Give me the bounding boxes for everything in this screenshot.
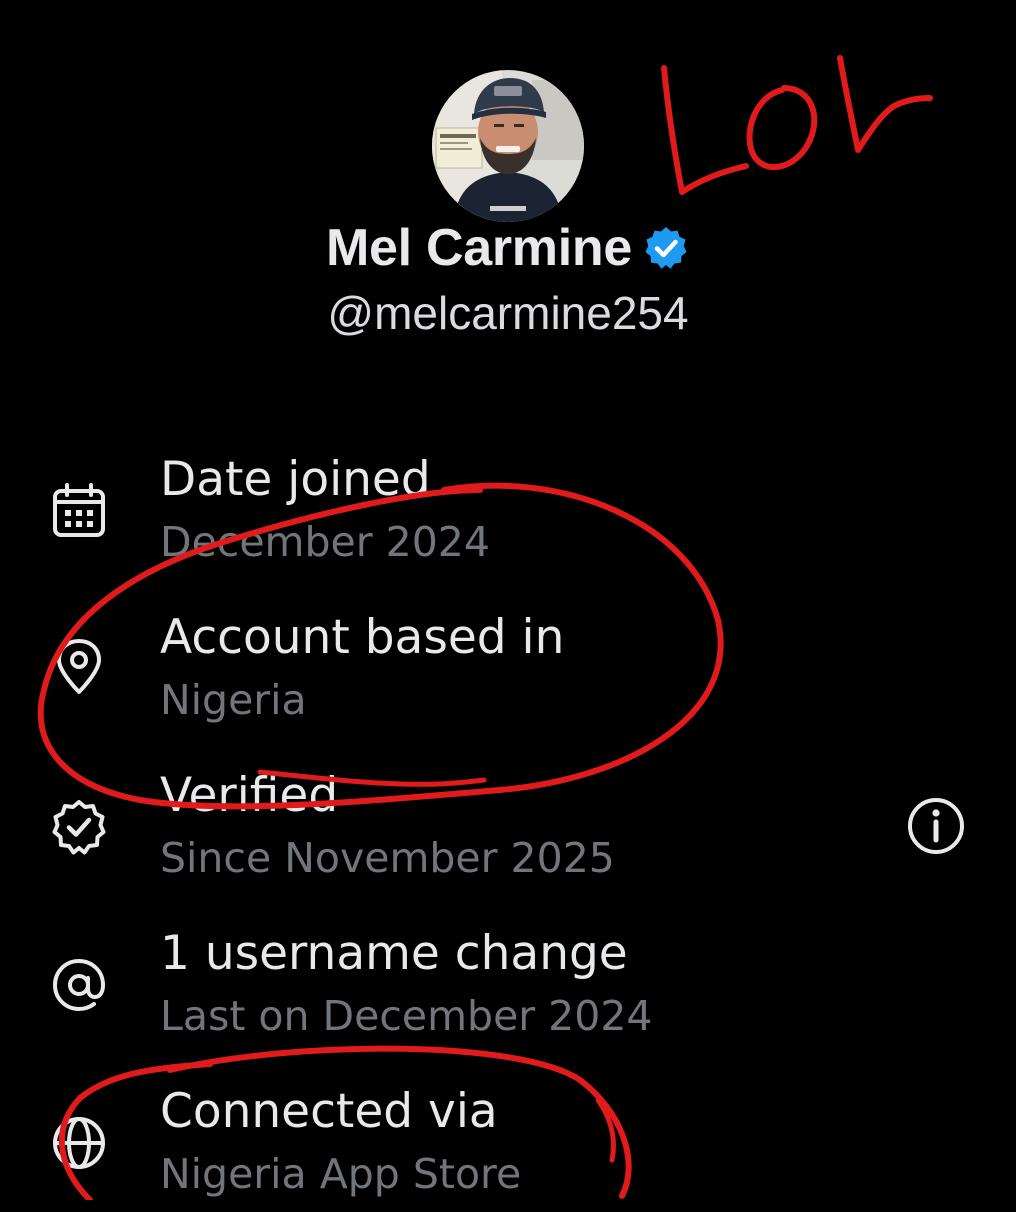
detail-row-connected-via: Connected via Nigeria App Store — [0, 1072, 1016, 1212]
verified-outline-icon — [52, 800, 106, 855]
detail-title: Verified — [160, 768, 339, 823]
detail-title: Connected via — [160, 1084, 498, 1139]
detail-row-account-based-in: Account based in Nigeria — [0, 598, 1016, 738]
detail-title: Date joined — [160, 452, 431, 507]
detail-row-verified: Verified Since November 2025 — [0, 756, 1016, 896]
detail-subtitle: December 2024 — [160, 518, 490, 566]
calendar-icon — [53, 483, 105, 537]
detail-row-username-change: 1 username change Last on December 2024 — [0, 914, 1016, 1054]
username-handle: @melcarmine254 — [327, 287, 689, 339]
detail-row-date-joined: Date joined December 2024 — [0, 440, 1016, 580]
at-sign-icon — [52, 958, 106, 1012]
globe-icon — [53, 1117, 105, 1169]
location-pin-icon — [57, 639, 101, 694]
name-row: Mel Carmine — [0, 218, 1016, 278]
detail-subtitle: Since November 2025 — [160, 834, 615, 882]
detail-subtitle: Nigeria App Store — [160, 1150, 522, 1198]
avatar[interactable] — [432, 70, 584, 222]
detail-subtitle: Nigeria — [160, 676, 307, 724]
info-icon[interactable] — [906, 796, 966, 856]
display-name: Mel Carmine — [326, 219, 632, 277]
detail-title: Account based in — [160, 610, 565, 665]
detail-subtitle: Last on December 2024 — [160, 992, 653, 1040]
profile-header: Mel Carmine @melcarmine254 — [0, 0, 1016, 360]
detail-title: 1 username change — [160, 926, 628, 981]
avatar-image — [432, 70, 584, 222]
verified-badge-icon[interactable] — [642, 224, 690, 272]
